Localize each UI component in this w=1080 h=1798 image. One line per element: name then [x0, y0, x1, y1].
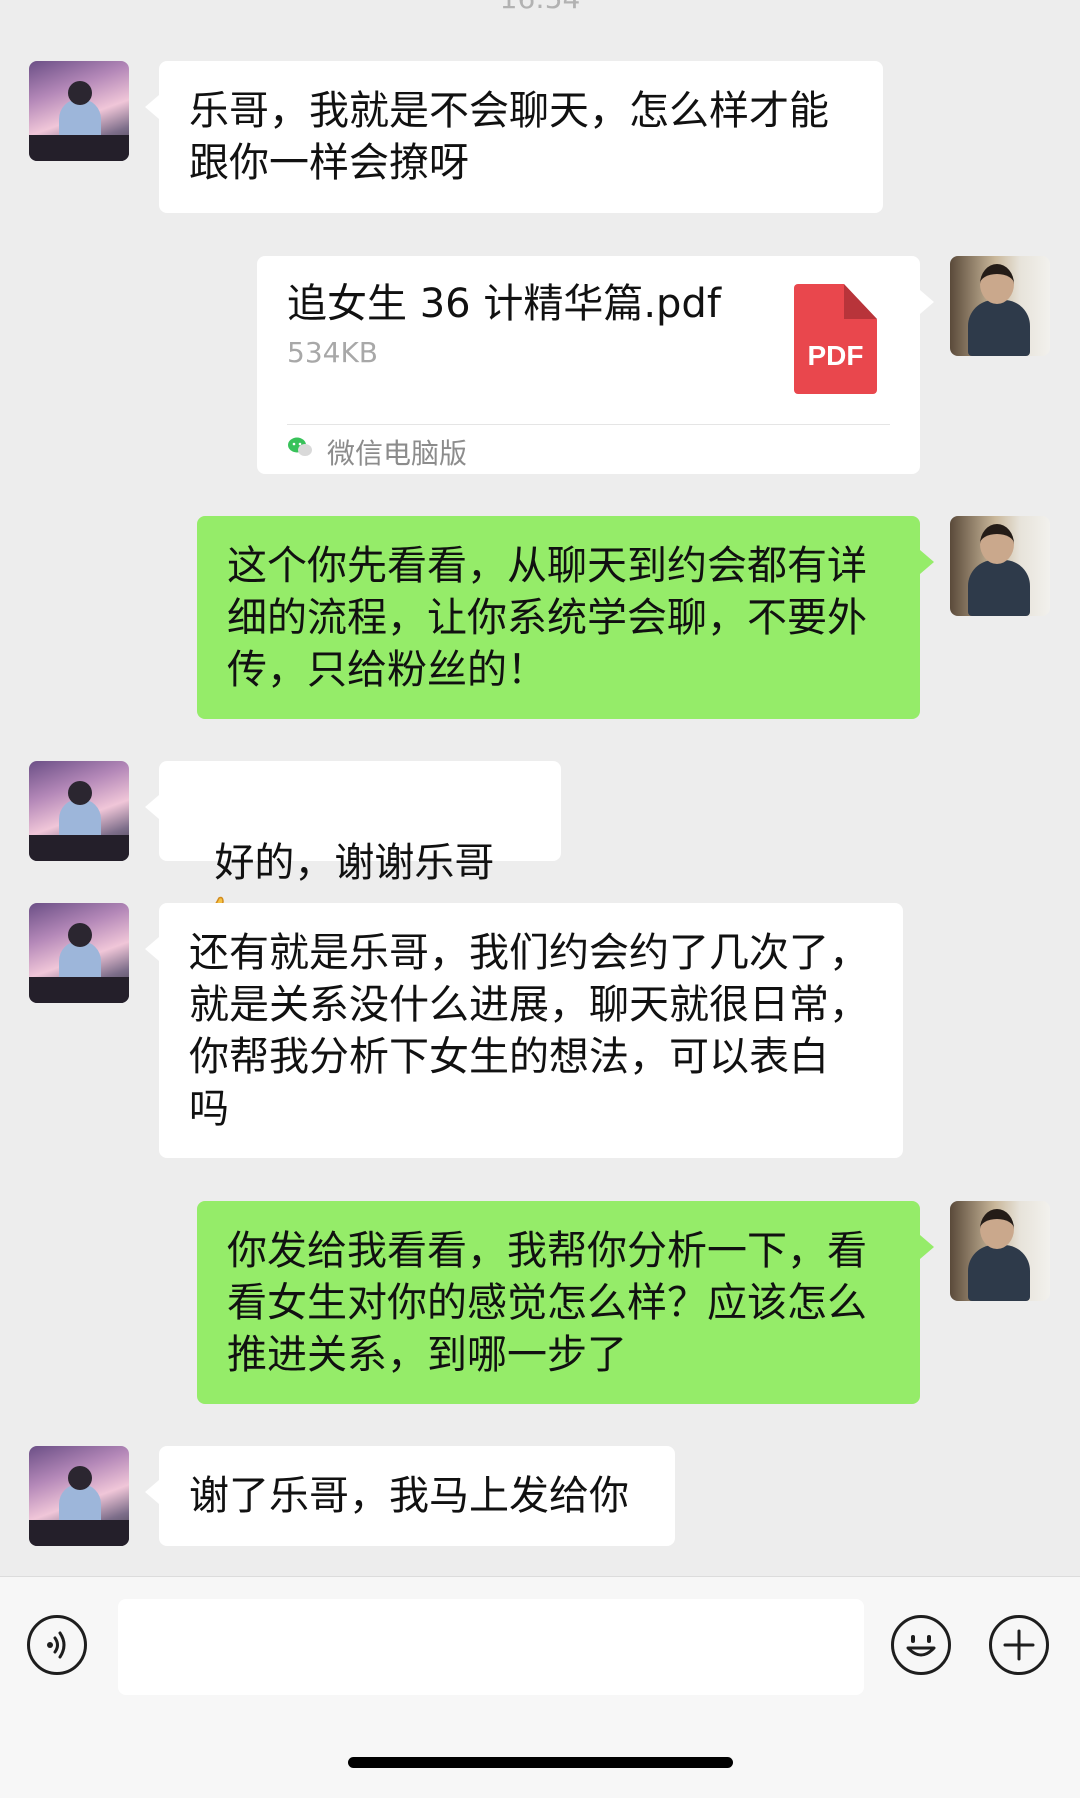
- timestamp: 16:54: [0, 0, 1080, 15]
- file-name: 追女生 36 计精华篇.pdf: [287, 281, 721, 327]
- file-size: 534KB: [287, 336, 379, 369]
- my-avatar[interactable]: [950, 1201, 1050, 1301]
- emoji-button[interactable]: [891, 1615, 951, 1675]
- contact-avatar[interactable]: [29, 1446, 129, 1546]
- my-avatar[interactable]: [950, 256, 1050, 356]
- contact-avatar[interactable]: [29, 761, 129, 861]
- file-message-card[interactable]: 追女生 36 计精华篇.pdf 534KB PDF 微信电脑版: [257, 256, 934, 474]
- file-source: 微信电脑版: [327, 437, 468, 470]
- emoji-icon: [906, 1635, 936, 1657]
- outgoing-message[interactable]: 你发给我看看，我帮你分析一下，看 看女生对你的感觉怎么样？应该怎么 推进关系，到…: [197, 1201, 934, 1404]
- wechat-icon: [288, 437, 312, 456]
- pdf-file-icon-fold: [844, 284, 877, 319]
- message-input[interactable]: [118, 1599, 864, 1695]
- outgoing-message[interactable]: 这个你先看看，从聊天到约会都有详 细的流程，让你系统学会聊，不要外 传，只给粉丝…: [197, 516, 934, 719]
- pdf-icon-label: PDF: [807, 340, 864, 371]
- incoming-message[interactable]: 乐哥，我就是不会聊天，怎么样才能 跟你一样会撩呀: [145, 61, 883, 213]
- more-button[interactable]: [989, 1615, 1049, 1675]
- contact-avatar[interactable]: [29, 903, 129, 1003]
- pdf-file-icon: [794, 284, 877, 394]
- plus-icon: [1003, 1629, 1035, 1661]
- message-text: 好的，谢谢乐哥: [214, 840, 495, 886]
- voice-icon: [47, 1631, 66, 1659]
- my-avatar[interactable]: [950, 516, 1050, 616]
- home-indicator: [348, 1757, 733, 1768]
- contact-avatar[interactable]: [29, 61, 129, 161]
- input-bar: [0, 1576, 1080, 1798]
- incoming-message[interactable]: 还有就是乐哥，我们约会约了几次了， 就是关系没什么进展，聊天就很日常， 你帮我分…: [145, 903, 903, 1158]
- file-divider: [287, 424, 890, 425]
- voice-button[interactable]: [27, 1615, 87, 1675]
- incoming-message[interactable]: 好的，谢谢乐哥: [145, 761, 561, 933]
- incoming-message[interactable]: 谢了乐哥，我马上发给你: [145, 1446, 675, 1546]
